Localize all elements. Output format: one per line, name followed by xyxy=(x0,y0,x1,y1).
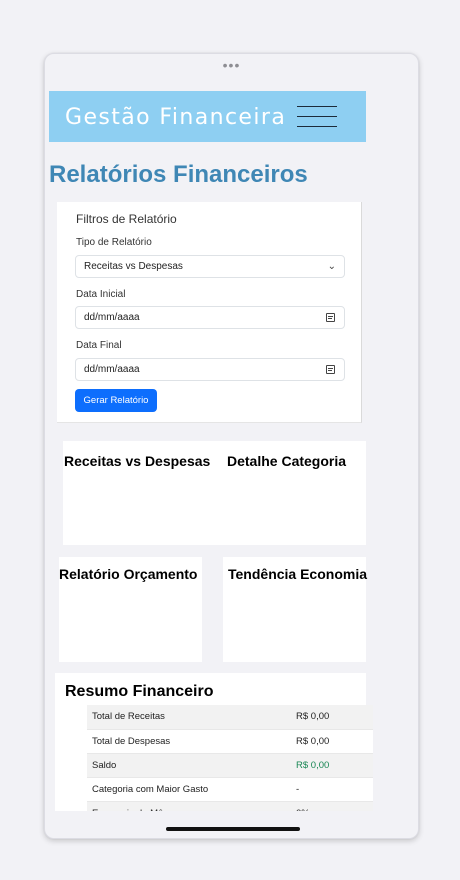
generate-report-button[interactable]: Gerar Relatório xyxy=(75,389,157,412)
end-date-label: Data Final xyxy=(76,340,122,351)
summary-value: - xyxy=(296,777,373,802)
app-header: Gestão Financeira xyxy=(49,91,366,142)
summary-label: Total de Despesas xyxy=(87,729,296,754)
hamburger-menu-icon[interactable] xyxy=(297,106,337,128)
filters-title: Filtros de Relatório xyxy=(76,212,177,226)
summary-value: 0% xyxy=(296,801,373,811)
summary-table: Total de Receitas R$ 0,00 Total de Despe… xyxy=(87,705,373,811)
calendar-icon[interactable] xyxy=(326,365,335,374)
end-date-input[interactable]: dd/mm/aaaa xyxy=(75,358,345,381)
start-date-input[interactable]: dd/mm/aaaa xyxy=(75,306,345,329)
end-date-placeholder: dd/mm/aaaa xyxy=(84,364,140,375)
app-title: Gestão Financeira xyxy=(65,105,287,130)
home-indicator xyxy=(166,827,300,831)
summary-label: Total de Receitas xyxy=(87,705,296,730)
report-type-label: Tipo de Relatório xyxy=(76,237,152,248)
summary-label: Economia do Mês xyxy=(87,801,296,811)
table-row: Total de Receitas R$ 0,00 xyxy=(87,705,373,730)
savings-trend-card: Tendência Economia xyxy=(223,557,367,662)
app-screen: Gestão Financeira Relatórios Financeiros… xyxy=(45,54,418,811)
page-title: Relatórios Financeiros xyxy=(49,161,308,188)
summary-label: Categoria com Maior Gasto xyxy=(87,777,296,802)
budget-report-card: Relatório Orçamento xyxy=(59,557,202,662)
category-detail-chart-title: Detalhe Categoria xyxy=(227,453,347,469)
table-row: Categoria com Maior Gasto - xyxy=(87,777,373,802)
summary-value: R$ 0,00 xyxy=(296,705,373,730)
summary-label: Saldo xyxy=(87,753,296,778)
chart-card-row-1: Receitas vs Despesas Detalhe Categoria xyxy=(63,441,366,545)
start-date-label: Data Inicial xyxy=(76,289,126,300)
chevron-down-icon: ⌄ xyxy=(327,261,336,272)
report-filters-panel: Filtros de Relatório Tipo de Relatório R… xyxy=(57,202,362,423)
budget-report-title: Relatório Orçamento xyxy=(59,566,198,582)
report-type-value: Receitas vs Despesas xyxy=(84,261,183,272)
summary-value: R$ 0,00 xyxy=(296,729,373,754)
table-row: Saldo R$ 0,00 xyxy=(87,753,373,778)
phone-frame: ••• Gestão Financeira Relatórios Finance… xyxy=(44,53,419,839)
start-date-placeholder: dd/mm/aaaa xyxy=(84,312,140,323)
summary-title: Resumo Financeiro xyxy=(65,683,214,700)
income-vs-expenses-chart-title: Receitas vs Despesas xyxy=(64,453,211,469)
calendar-icon[interactable] xyxy=(326,313,335,322)
table-row: Total de Despesas R$ 0,00 xyxy=(87,729,373,754)
table-row: Economia do Mês 0% xyxy=(87,801,373,811)
report-type-select[interactable]: Receitas vs Despesas ⌄ xyxy=(75,255,345,278)
summary-value: R$ 0,00 xyxy=(296,753,373,778)
savings-trend-title: Tendência Economia xyxy=(228,566,367,582)
